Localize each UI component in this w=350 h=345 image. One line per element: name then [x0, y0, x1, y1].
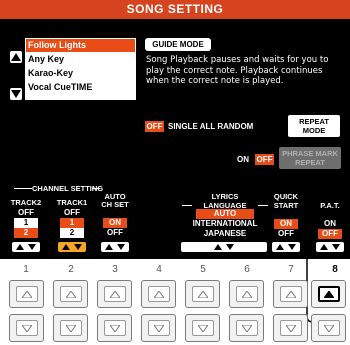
phrase-mark-label-2: REPEAT: [295, 158, 325, 167]
triangle-up-icon: [11, 53, 21, 61]
triangle-up-icon: [198, 291, 208, 298]
col-number-3: 3: [112, 264, 118, 275]
quick-start-header-2: START: [273, 201, 299, 210]
repeat-mode-label-1: REPEAT: [299, 117, 329, 126]
up-down-arrows-icon: [214, 244, 234, 250]
panel-button-5-up[interactable]: [185, 280, 220, 308]
triangle-down-icon: [324, 325, 334, 332]
phrase-off-chip: OFF: [255, 154, 274, 165]
mode-item-follow-lights[interactable]: Follow Lights: [26, 39, 135, 52]
mode-item-any-key[interactable]: Any Key: [26, 53, 135, 66]
triangle-up-icon: [154, 291, 164, 298]
panel-button-6-up[interactable]: [229, 280, 264, 308]
phrase-mark-label-1: PHRASE MARK: [282, 149, 338, 158]
up-down-arrows-icon: [276, 244, 296, 250]
lyrics-header-1: LYRICS: [211, 192, 239, 201]
triangle-down-icon: [242, 325, 252, 332]
col-number-8: 8: [332, 264, 338, 275]
col-number-1: 1: [23, 264, 29, 275]
panel-button-2-up[interactable]: [53, 280, 88, 308]
panel-button-3-down[interactable]: [97, 314, 132, 342]
list-down-button[interactable]: [10, 88, 22, 100]
phrase-on-label: ON: [237, 155, 249, 164]
panel-button-7-down[interactable]: [273, 314, 308, 342]
track1-2[interactable]: 2: [60, 228, 84, 238]
triangle-up-icon: [324, 291, 334, 298]
triangle-up-icon: [242, 291, 252, 298]
phrase-mark-repeat-button[interactable]: PHRASE MARK REPEAT: [279, 147, 341, 169]
mode-item-vocal-cuetime[interactable]: Vocal CueTIME: [26, 81, 135, 94]
col-number-4: 4: [156, 264, 162, 275]
track1-header: TRACK1: [56, 198, 88, 207]
triangle-up-icon: [22, 291, 32, 298]
col7-updown-button[interactable]: [272, 242, 300, 252]
panel-button-1-up[interactable]: [9, 280, 44, 308]
mode-item-karao-key[interactable]: Karao-Key: [26, 67, 135, 80]
quick-start-header-1: QUICK: [273, 192, 299, 201]
track1-off[interactable]: OFF: [60, 208, 84, 218]
triangle-down-icon: [66, 325, 76, 332]
guide-mode-button[interactable]: GUIDE MODE: [145, 38, 211, 51]
col-number-6: 6: [244, 264, 250, 275]
triangle-down-icon: [110, 325, 120, 332]
repeat-mode-label-2: MODE: [302, 126, 326, 135]
lyrics-line-left: [182, 205, 192, 206]
triangle-down-icon: [198, 325, 208, 332]
panel-button-4-up[interactable]: [141, 280, 176, 308]
list-up-button[interactable]: [10, 51, 22, 63]
up-down-arrows-icon: [62, 244, 82, 250]
lcd-screen: SONG SETTING Follow Lights Any Key Karao…: [0, 0, 350, 259]
channel-setting-label: CHANNEL SETTING: [32, 184, 104, 193]
up-down-arrows-icon: [16, 244, 36, 250]
panel-button-3-up[interactable]: [97, 280, 132, 308]
triangle-down-icon: [11, 90, 21, 98]
track1-1[interactable]: 1: [60, 218, 84, 228]
triangle-down-icon: [154, 325, 164, 332]
panel-button-7-up[interactable]: [273, 280, 308, 308]
triangle-down-icon: [22, 325, 32, 332]
panel-button-2-down[interactable]: [53, 314, 88, 342]
track2-off[interactable]: OFF: [14, 208, 38, 218]
panel-button-5-down[interactable]: [185, 314, 220, 342]
guide-mode-list: Follow Lights Any Key Karao-Key Vocal Cu…: [25, 38, 136, 100]
col1-updown-button[interactable]: [12, 242, 40, 252]
triangle-down-icon: [286, 325, 296, 332]
repeat-mode-button[interactable]: REPEAT MODE: [288, 115, 340, 137]
col2-updown-button[interactable]: [58, 242, 86, 252]
repeat-options: SINGLE ALL RANDOM: [168, 122, 254, 131]
repeat-off-chip: OFF: [145, 121, 164, 132]
auto-ch-off[interactable]: OFF: [103, 228, 127, 238]
track2-header: TRACK2: [10, 198, 42, 207]
lyrics-auto[interactable]: AUTO: [196, 209, 254, 219]
panel-button-1-down[interactable]: [9, 314, 44, 342]
track2-1[interactable]: 1: [14, 218, 38, 228]
channel-setting-line-left: [14, 188, 32, 189]
panel-button-6-down[interactable]: [229, 314, 264, 342]
quick-start-on[interactable]: ON: [274, 219, 298, 229]
up-down-arrows-icon: [105, 244, 125, 250]
lyrics-international[interactable]: INTERNATIONAL: [184, 219, 266, 229]
page-title: SONG SETTING: [0, 0, 350, 19]
panel-button-8-down[interactable]: [311, 314, 346, 342]
col5-6-updown-button[interactable]: [181, 242, 267, 252]
track2-2[interactable]: 2: [14, 228, 38, 238]
guide-description: Song Playback pauses and waits for you t…: [146, 55, 329, 86]
panel-button-8-up[interactable]: [311, 280, 346, 308]
lyrics-japanese[interactable]: JAPANESE: [190, 229, 260, 239]
auto-ch-on[interactable]: ON: [103, 218, 127, 228]
channel-setting-line-right: [92, 188, 100, 189]
triangle-up-icon: [110, 291, 120, 298]
triangle-up-icon: [286, 291, 296, 298]
triangle-up-icon: [66, 291, 76, 298]
col3-updown-button[interactable]: [101, 242, 129, 252]
col-number-5: 5: [200, 264, 206, 275]
col-number-7: 7: [288, 264, 294, 275]
col-number-2: 2: [68, 264, 74, 275]
panel-button-4-down[interactable]: [141, 314, 176, 342]
auto-ch-header-2: CH SET: [101, 200, 129, 209]
quick-start-off[interactable]: OFF: [274, 229, 298, 239]
